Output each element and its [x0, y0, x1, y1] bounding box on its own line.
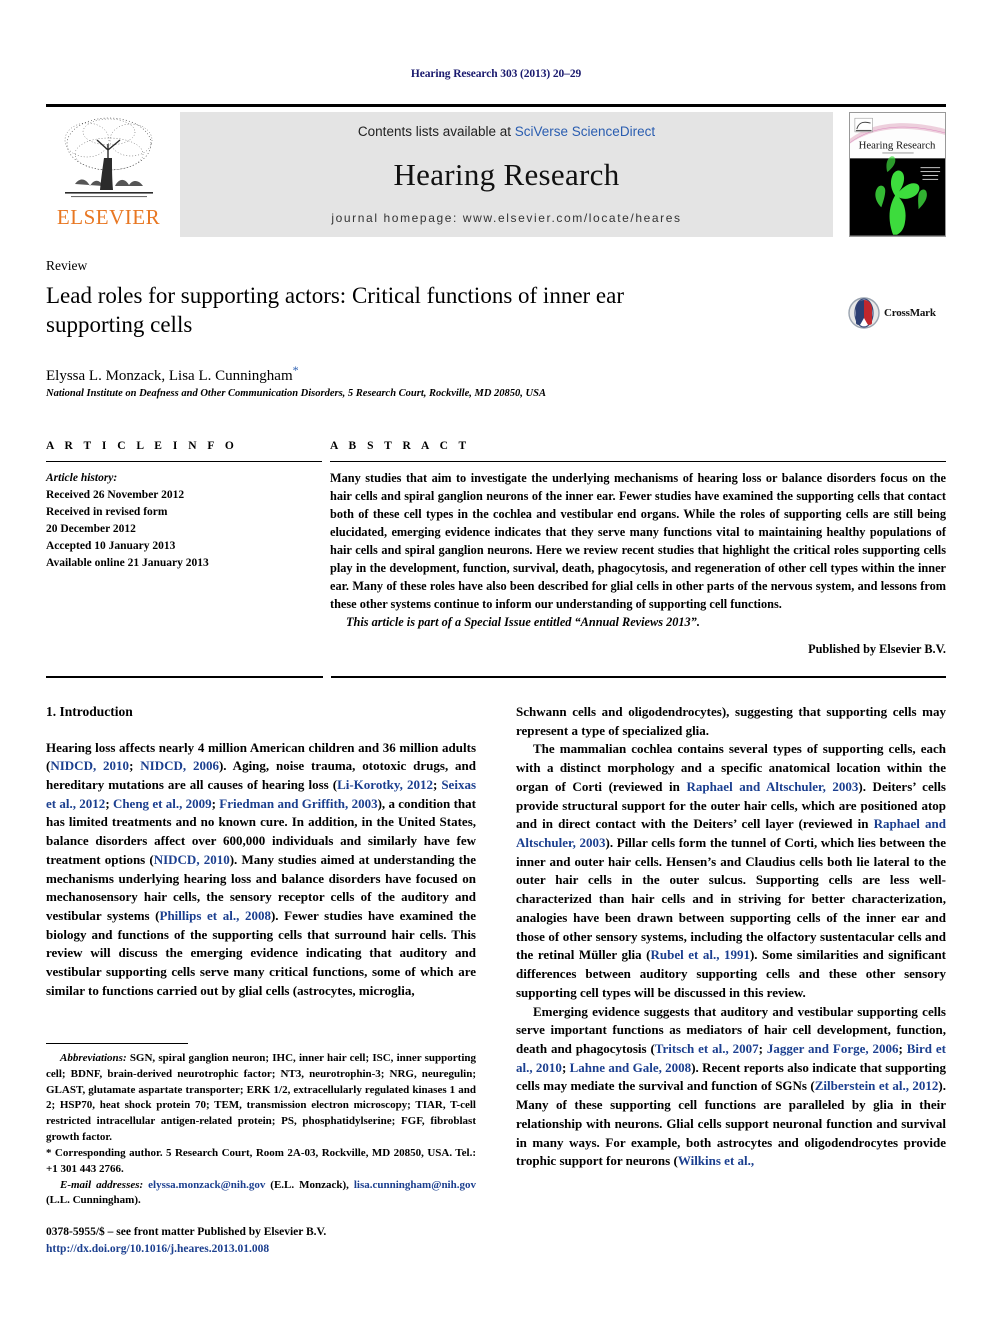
page-title: Lead roles for supporting actors: Critic… [46, 283, 625, 338]
abstract-column: A B S T R A C T Many studies that aim to… [330, 440, 946, 659]
citation-link[interactable]: Lahne and Gale, 2008 [570, 1060, 692, 1075]
citation-link[interactable]: NIDCD, 2006 [140, 758, 219, 773]
citation-link[interactable]: Zilberstein et al., 2012 [815, 1078, 939, 1093]
sciencedirect-link[interactable]: SciVerse ScienceDirect [515, 124, 655, 139]
crossmark-badge[interactable]: CrossMark [848, 296, 940, 330]
citation-link[interactable]: Phillips et al., 2008 [160, 908, 271, 923]
article-history-item: Available online 21 January 2013 [46, 557, 209, 570]
elsevier-logo: ELSEVIER [46, 112, 171, 237]
citation-link[interactable]: Jagger and Forge, 2006 [767, 1041, 899, 1056]
section-heading-introduction: 1. Introduction [46, 704, 133, 719]
affiliation: National Institute on Deafness and Other… [46, 388, 546, 399]
abstract-text: Many studies that aim to investigate the… [330, 471, 946, 611]
article-history-item: Accepted 10 January 2013 [46, 540, 176, 553]
body-paragraph: Emerging evidence suggests that auditory… [516, 1003, 946, 1171]
elsevier-wordmark: ELSEVIER [56, 205, 161, 229]
special-issue-note: This article is part of a Special Issue … [346, 614, 700, 629]
email-link-cunningham[interactable]: lisa.cunningham@nih.gov [354, 1179, 476, 1191]
article-history-label: Article history: [46, 472, 118, 484]
body-column-right: Schwann cells and oligodendrocytes), sug… [516, 703, 946, 1171]
email-link-monzack[interactable]: elyssa.monzack@nih.gov [148, 1179, 265, 1191]
info-bottom-rule [46, 676, 323, 678]
article-history-item: Received in revised form [46, 506, 168, 519]
svg-text:Hearing Research: Hearing Research [859, 140, 936, 152]
article-info-rule [46, 461, 322, 462]
crossmark-label: CrossMark [884, 307, 936, 319]
body-column-gutter [476, 703, 516, 1171]
body-text-run: ; [758, 1040, 767, 1056]
crossmark-icon [848, 297, 880, 329]
citation-link[interactable]: NIDCD, 2010 [50, 758, 129, 773]
column-gap [322, 440, 330, 659]
article-info-heading: A R T I C L E I N F O [46, 440, 238, 452]
email-addresses-note: E-mail addresses: elyssa.monzack@nih.gov… [46, 1178, 476, 1210]
contents-prefix: Contents lists available at [357, 124, 515, 139]
abbreviations-note: Abbreviations: SGN, spiral ganglion neur… [46, 1051, 476, 1146]
body-text-run: ). Pillar cells form the tunnel of Corti… [516, 835, 946, 963]
journal-masthead: ELSEVIER Contents lists available at Sci… [46, 104, 946, 237]
article-history-item: 20 December 2012 [46, 523, 136, 536]
article-info-column: A R T I C L E I N F O Article history: R… [46, 440, 322, 659]
body-text-run: ; [898, 1040, 907, 1056]
citation-link[interactable]: Li-Korotky, 2012 [337, 777, 433, 792]
article-type: Review [46, 258, 88, 273]
journal-homepage-link[interactable]: journal homepage: www.elsevier.com/locat… [331, 211, 681, 225]
corresponding-author-marker: * [292, 363, 299, 377]
citation-link[interactable]: NIDCD, 2010 [154, 852, 230, 867]
email-owner-monzack: (E.L. Monzack), [265, 1178, 354, 1191]
abbreviations-label: Abbreviations: [60, 1052, 127, 1064]
body-text-run: Schwann cells and oligodendrocytes), sug… [516, 704, 946, 738]
journal-band: Contents lists available at SciVerse Sci… [180, 112, 833, 237]
body-paragraph: Hearing loss affects nearly 4 million Am… [46, 739, 476, 1001]
issn-front-matter: 0378-5955/$ – see front matter Published… [46, 1226, 327, 1238]
imprint-block: 0378-5955/$ – see front matter Published… [46, 1224, 486, 1259]
published-by: Published by Elsevier B.V. [808, 641, 946, 656]
abstract-heading: A B S T R A C T [330, 440, 471, 452]
contents-available-line: Contents lists available at SciVerse Sci… [358, 124, 655, 139]
paper-page: Hearing Research 303 (2013) 20–29 ELSEVI… [0, 0, 992, 1323]
author-list: Elyssa L. Monzack, Lisa L. Cunningham* [46, 363, 746, 385]
abbreviations-text: SGN, spiral ganglion neuron; IHC, inner … [46, 1052, 476, 1144]
footnotes: Abbreviations: SGN, spiral ganglion neur… [46, 1043, 476, 1209]
article-history-item: Received 26 November 2012 [46, 489, 185, 502]
email-owner-cunningham: (L.L. Cunningham). [46, 1194, 141, 1207]
body-text-run: ; [105, 795, 113, 811]
citation-link[interactable]: Rubel et al., 1991 [651, 947, 750, 962]
citation-link[interactable]: Cheng et al., 2009 [113, 796, 212, 811]
citation-link[interactable]: Tritsch et al., 2007 [655, 1041, 759, 1056]
corresponding-author-note: * Corresponding author. 5 Research Court… [46, 1146, 476, 1175]
journal-cover: Hearing Research [842, 112, 946, 237]
body-right-paragraphs: Schwann cells and oligodendrocytes), sug… [516, 703, 946, 1171]
body-paragraph: Schwann cells and oligodendrocytes), sug… [516, 703, 946, 740]
citation-link[interactable]: Friedman and Griffith, 2003 [219, 796, 377, 811]
doi-link[interactable]: http://dx.doi.org/10.1016/j.heares.2013.… [46, 1241, 486, 1258]
article-info-abstract-block: A R T I C L E I N F O Article history: R… [46, 440, 946, 659]
footnote-rule [46, 1043, 188, 1044]
abstract-bottom-rule [331, 676, 946, 678]
author-names: Elyssa L. Monzack, Lisa L. Cunningham [46, 368, 293, 384]
body-text-run: ; [561, 1059, 570, 1075]
journal-cover-thumbnail-icon: Hearing Research [849, 112, 946, 237]
citation-link[interactable]: Wilkins et al., [678, 1153, 754, 1168]
body-text-run: ; [129, 758, 141, 774]
body-paragraph: The mammalian cochlea contains several t… [516, 740, 946, 1002]
running-head: Hearing Research 303 (2013) 20–29 [410, 68, 582, 80]
elsevier-tree-icon [64, 117, 153, 198]
body-left-paragraphs: Hearing loss affects nearly 4 million Am… [46, 739, 476, 1001]
citation-link[interactable]: Raphael and Altschuler, 2003 [686, 779, 858, 794]
journal-title: Hearing Research [393, 156, 620, 192]
abstract-rule [330, 461, 946, 462]
email-addresses-label: E-mail addresses: [60, 1178, 144, 1191]
